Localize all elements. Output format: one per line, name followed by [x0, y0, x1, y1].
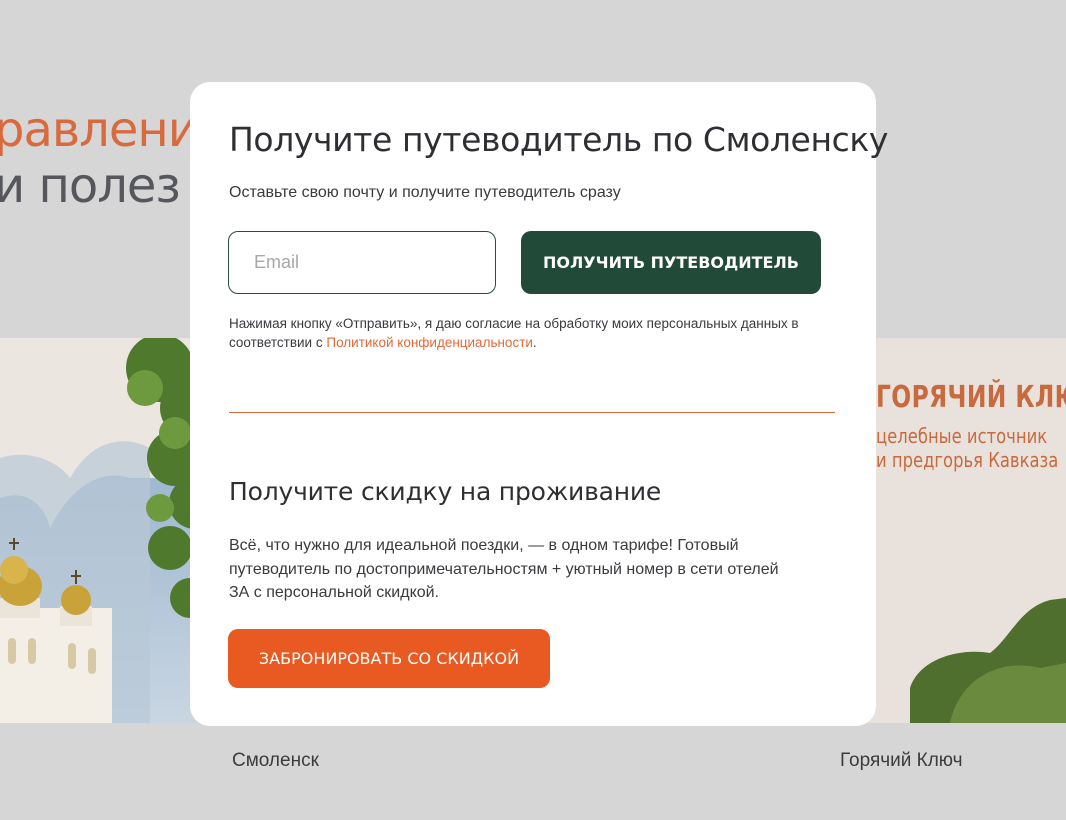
- book-with-discount-button[interactable]: ЗАБРОНИРОВАТЬ СО СКИДКОЙ: [228, 629, 550, 688]
- smolensk-card-image[interactable]: [0, 338, 215, 723]
- background-heading-line-2: и полез: [0, 158, 181, 214]
- discount-description: Всё, что нужно для идеальной поездки, — …: [229, 537, 779, 601]
- section-divider: [229, 412, 835, 413]
- promo-subtitle-line-2: и предгорья Кавказа: [876, 448, 1059, 472]
- modal-title: Получите путеводитель по Смоленску: [229, 120, 889, 159]
- background-heading: равлени и полез: [0, 102, 199, 214]
- promo-subtitle-line-1: целебные источник: [876, 424, 1048, 448]
- privacy-policy-link[interactable]: Политикой конфиденциальности: [326, 335, 533, 350]
- consent-text-end: .: [532, 335, 537, 350]
- promo-subtitle: целебные источник и предгорья Кавказа: [876, 424, 1058, 472]
- background-heading-line-1: равлени: [0, 102, 199, 158]
- city-label-smolensk[interactable]: Смоленск: [232, 750, 319, 772]
- discount-title: Получите скидку на проживание: [229, 477, 662, 506]
- promo-title: ГОРЯЧИЙ КЛЮ: [876, 380, 1066, 415]
- consent-text: Нажимая кнопку «Отправить», я даю соглас…: [229, 314, 829, 352]
- email-input[interactable]: [228, 231, 496, 294]
- city-label-goryachy-klyuch[interactable]: Горячий Ключ: [840, 750, 963, 772]
- guide-modal: Получите путеводитель по Смоленску Остав…: [190, 82, 888, 726]
- modal-subtitle: Оставьте свою почту и получите путеводит…: [229, 184, 621, 201]
- cathedral-illustration: [0, 338, 215, 723]
- get-guide-button[interactable]: ПОЛУЧИТЬ ПУТЕВОДИТЕЛЬ: [521, 231, 821, 294]
- goryachy-klyuch-card[interactable]: ГОРЯЧИЙ КЛЮ целебные источник и предгорь…: [850, 338, 1066, 723]
